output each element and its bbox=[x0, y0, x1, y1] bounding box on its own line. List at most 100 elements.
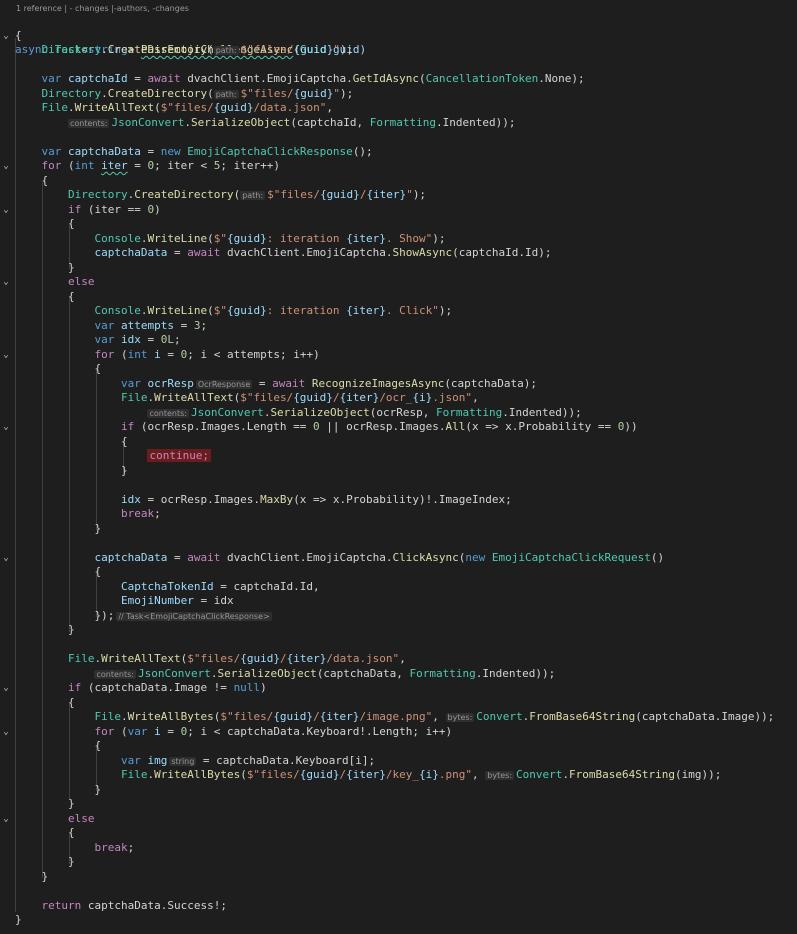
code-line-27[interactable]: File.WriteAllText($"files/{guid}/{iter}/… bbox=[0, 391, 797, 406]
token: $"files/ bbox=[220, 710, 274, 723]
code-line-5[interactable]: var captchaId = await dvachClient.EmojiC… bbox=[0, 72, 797, 87]
code-line-16[interactable]: Console.WriteLine($"{guid}: iteration {i… bbox=[0, 232, 797, 247]
code-line-31[interactable]: continue; bbox=[0, 449, 797, 464]
code-line-45[interactable]: File.WriteAllText($"files/{guid}/{iter}/… bbox=[0, 652, 797, 667]
code-line-12[interactable]: { bbox=[0, 174, 797, 189]
chevron-down-icon[interactable]: ⌄ bbox=[0, 812, 12, 827]
code-line-19[interactable]: ⌄ else bbox=[0, 275, 797, 290]
token: await bbox=[272, 376, 306, 390]
code-line-6[interactable]: Directory.CreateDirectory(path: $"files/{… bbox=[0, 87, 797, 102]
token: (img)); bbox=[674, 768, 722, 781]
code-line-35[interactable]: break; bbox=[0, 507, 797, 522]
token: .Indented)); bbox=[436, 115, 516, 129]
code-line-46[interactable]: contents: JsonConvert.SerializeObject(cap… bbox=[0, 667, 797, 682]
code-line-34[interactable]: idx = ocrResp.Images.MaxBy(x => x.Probab… bbox=[0, 493, 797, 508]
code-line-58[interactable]: break; bbox=[0, 841, 797, 856]
code-line-18[interactable]: } bbox=[0, 261, 797, 276]
token: . bbox=[120, 710, 128, 723]
code-line-25[interactable]: { bbox=[0, 362, 797, 377]
codelens-authors[interactable]: -authors, -changes bbox=[114, 4, 189, 13]
code-line-56[interactable]: ⌄ else bbox=[0, 812, 797, 827]
token: (x => x.Probability == bbox=[465, 420, 618, 433]
token: . Click" bbox=[385, 304, 439, 317]
token: = ocrResp.Images. bbox=[140, 492, 261, 506]
code-line-39[interactable]: { bbox=[0, 565, 797, 580]
token: captchaData.Success!; bbox=[81, 898, 227, 912]
code-line-38[interactable]: ⌄ captchaData = await dvachClient.EmojiC… bbox=[0, 551, 797, 566]
code-line-28[interactable]: contents: JsonConvert.SerializeObject(ocr… bbox=[0, 406, 797, 421]
token: WriteAllText bbox=[101, 652, 181, 665]
code-line-55[interactable]: } bbox=[0, 797, 797, 812]
code-line-47[interactable]: ⌄ if (captchaData.Image != null) bbox=[0, 681, 797, 696]
token: ( bbox=[114, 347, 128, 361]
code-line-48[interactable]: { bbox=[0, 696, 797, 711]
chevron-down-icon[interactable]: ⌄ bbox=[0, 203, 12, 218]
code-line-49[interactable]: File.WriteAllBytes($"files/{guid}/{iter}… bbox=[0, 710, 797, 725]
code-line-15[interactable]: { bbox=[0, 217, 797, 232]
codelens-references[interactable]: 1 reference bbox=[16, 4, 62, 13]
code-line-53[interactable]: File.WriteAllBytes($"files/{guid}/{iter}… bbox=[0, 768, 797, 783]
code-line-41[interactable]: EmojiNumber = idx bbox=[0, 594, 797, 609]
code-line-11[interactable]: ⌄ for (int iter = 0; iter < 5; iter++) bbox=[0, 159, 797, 174]
code-line-40[interactable]: CaptchaTokenId = captchaId.Id, bbox=[0, 580, 797, 595]
token: JsonConvert bbox=[190, 405, 264, 419]
code-line-63[interactable]: } bbox=[0, 913, 797, 928]
code-editor[interactable]: 1 reference | - changes |-authors, -chan… bbox=[0, 0, 797, 934]
codelens-changes[interactable]: - changes bbox=[70, 4, 109, 13]
code-line-43[interactable]: } bbox=[0, 623, 797, 638]
code-line-54[interactable]: } bbox=[0, 783, 797, 798]
highlighted-continue[interactable]: continue; bbox=[147, 449, 212, 462]
token: { bbox=[15, 217, 75, 230]
code-line-30[interactable]: { bbox=[0, 435, 797, 450]
code-line-24[interactable]: ⌄ for (int i = 0; i < attempts; i++) bbox=[0, 348, 797, 363]
code-line-14[interactable]: ⌄ if (iter == 0) bbox=[0, 203, 797, 218]
chevron-down-icon[interactable]: ⌄ bbox=[0, 725, 12, 740]
code-line-20[interactable]: { bbox=[0, 290, 797, 305]
chevron-down-icon[interactable]: ⌄ bbox=[0, 275, 12, 290]
code-line-62[interactable]: return captchaData.Success!; bbox=[0, 899, 797, 914]
code-line-22[interactable]: var attempts = 3; bbox=[0, 319, 797, 334]
chevron-down-icon[interactable]: ⌄ bbox=[0, 681, 12, 696]
token: : iteration bbox=[266, 304, 347, 317]
code-line-10[interactable]: var captchaData = new EmojiCaptchaClickR… bbox=[0, 145, 797, 160]
code-line-3[interactable]: Directory.CreateDirectory(path: $"files/{… bbox=[0, 43, 797, 58]
code-line-7[interactable]: File.WriteAllText($"files/{guid}/data.js… bbox=[0, 101, 797, 116]
code-line-36[interactable]: } bbox=[0, 522, 797, 537]
codelens[interactable]: 1 reference | - changes |-authors, -chan… bbox=[16, 4, 189, 14]
code-line-42[interactable]: });// Task<EmojiCaptchaClickResponse> bbox=[0, 609, 797, 624]
code-line-21[interactable]: Console.WriteLine($"{guid}: iteration {i… bbox=[0, 304, 797, 319]
code-line-32[interactable]: } bbox=[0, 464, 797, 479]
code-line-52[interactable]: var img string = captchaData.Keyboard[i]; bbox=[0, 754, 797, 769]
code-line-51[interactable]: { bbox=[0, 739, 797, 754]
code-line-8[interactable]: contents: JsonConvert.SerializeObject(cap… bbox=[0, 116, 797, 131]
token: { bbox=[15, 565, 102, 578]
chevron-down-icon[interactable]: ⌄ bbox=[0, 159, 12, 174]
token: await bbox=[187, 246, 221, 259]
code-line-29[interactable]: ⌄ if (ocrResp.Images.Length == 0 || ocrR… bbox=[0, 420, 797, 435]
chevron-down-icon[interactable]: ⌄ bbox=[0, 420, 12, 435]
code-line-60[interactable]: } bbox=[0, 870, 797, 885]
code-line-13[interactable]: Directory.CreateDirectory(path: $"files/{… bbox=[0, 188, 797, 203]
chevron-down-icon[interactable]: ⌄ bbox=[0, 551, 12, 566]
code-line-57[interactable]: { bbox=[0, 826, 797, 841]
token: {guid} bbox=[299, 768, 340, 781]
code-line-50[interactable]: ⌄ for (var i = 0; i < captchaData.Keyboa… bbox=[0, 725, 797, 740]
code-line-26[interactable]: var ocrResp OcrResponse = await Recognize… bbox=[0, 377, 797, 392]
code-line-1[interactable]: ⌄ async Task<string> PassEmojiChallengeA… bbox=[0, 14, 797, 57]
code-line-59[interactable]: } bbox=[0, 855, 797, 870]
chevron-down-icon[interactable]: ⌄ bbox=[0, 348, 12, 363]
token: WriteAllBytes bbox=[127, 710, 214, 723]
token: for bbox=[94, 724, 115, 738]
code-line-23[interactable]: var idx = 0L; bbox=[0, 333, 797, 348]
code-line-2[interactable]: { bbox=[0, 29, 797, 44]
token: {i} bbox=[412, 391, 433, 404]
token: } bbox=[15, 855, 75, 868]
token: = captchaData.Keyboard[i]; bbox=[196, 753, 376, 767]
token: = bbox=[140, 144, 161, 158]
code-line-17[interactable]: captchaData = await dvachClient.EmojiCap… bbox=[0, 246, 797, 261]
token: Convert bbox=[476, 710, 523, 723]
